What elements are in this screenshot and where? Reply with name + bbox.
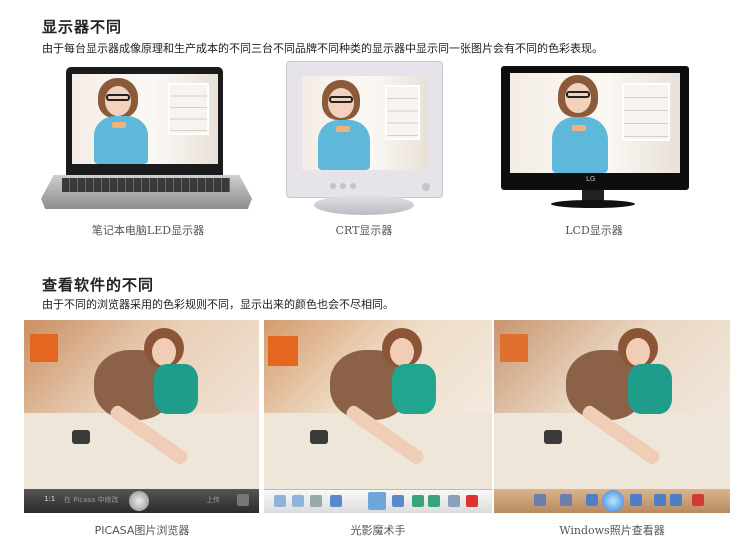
- picasa-edit-label[interactable]: 在 Picasa 中修改: [64, 495, 119, 505]
- neo-photo: [264, 320, 492, 489]
- laptop-keyboard: [62, 178, 230, 192]
- prev-icon[interactable]: [586, 494, 598, 506]
- crt-button: [340, 183, 346, 189]
- caption-picasa: PICASA图片浏览器: [94, 524, 190, 537]
- save-icon[interactable]: [448, 495, 460, 507]
- fit-icon[interactable]: [310, 495, 322, 507]
- crt-photo: [302, 76, 428, 170]
- rotate-right-icon[interactable]: [670, 494, 682, 506]
- section-title-monitors: 显示器不同: [42, 18, 123, 36]
- actual-size-icon[interactable]: [560, 494, 572, 506]
- rotate-icon[interactable]: [237, 494, 249, 506]
- crt-stand: [314, 195, 414, 215]
- zoom-level[interactable]: 1:1: [44, 495, 55, 503]
- delete-icon[interactable]: [466, 495, 478, 507]
- next-icon[interactable]: [630, 494, 642, 506]
- caption-laptop: 笔记本电脑LED显示器: [91, 224, 205, 237]
- laptop-photo: [72, 74, 218, 164]
- caption-lcd: LCD显示器: [565, 224, 623, 237]
- caption-windows: Windows照片查看器: [559, 524, 665, 537]
- edit-icon[interactable]: [368, 492, 386, 510]
- prev-icon[interactable]: [330, 495, 342, 507]
- windows-photo: [494, 320, 730, 489]
- picasa-toolbar: 1:1 在 Picasa 中修改 上传: [24, 489, 259, 513]
- neo-toolbar: [264, 489, 492, 513]
- picasa-photo: [24, 320, 259, 489]
- section-desc-viewers: 由于不同的浏览器采用的色彩规则不同，显示出来的颜色也会不尽相同。: [42, 298, 394, 311]
- crt-button: [350, 183, 356, 189]
- caption-neo: 光影魔术手: [350, 524, 406, 537]
- zoom-out-icon[interactable]: [292, 495, 304, 507]
- caption-crt: CRT显示器: [335, 224, 393, 237]
- next-icon[interactable]: [392, 495, 404, 507]
- rotate-right-icon[interactable]: [428, 495, 440, 507]
- zoom-icon[interactable]: [534, 494, 546, 506]
- rotate-left-icon[interactable]: [412, 495, 424, 507]
- slideshow-button[interactable]: [602, 490, 624, 512]
- rotate-left-icon[interactable]: [654, 494, 666, 506]
- section-desc-monitors: 由于每台显示器成像原理和生产成本的不同三台不同品牌不同种类的显示器中显示同一张图…: [42, 42, 603, 55]
- crt-power-button: [422, 183, 430, 191]
- windows-toolbar: [494, 489, 730, 513]
- lcd-photo: [510, 73, 680, 173]
- lcd-foot: [551, 200, 635, 208]
- play-slideshow-button[interactable]: [129, 491, 149, 511]
- zoom-in-icon[interactable]: [274, 495, 286, 507]
- section-title-viewers: 查看软件的不同: [42, 276, 155, 294]
- delete-icon[interactable]: [692, 494, 704, 506]
- crt-button: [330, 183, 336, 189]
- lg-logo: LG: [586, 175, 596, 183]
- upload-button[interactable]: 上传: [206, 495, 220, 505]
